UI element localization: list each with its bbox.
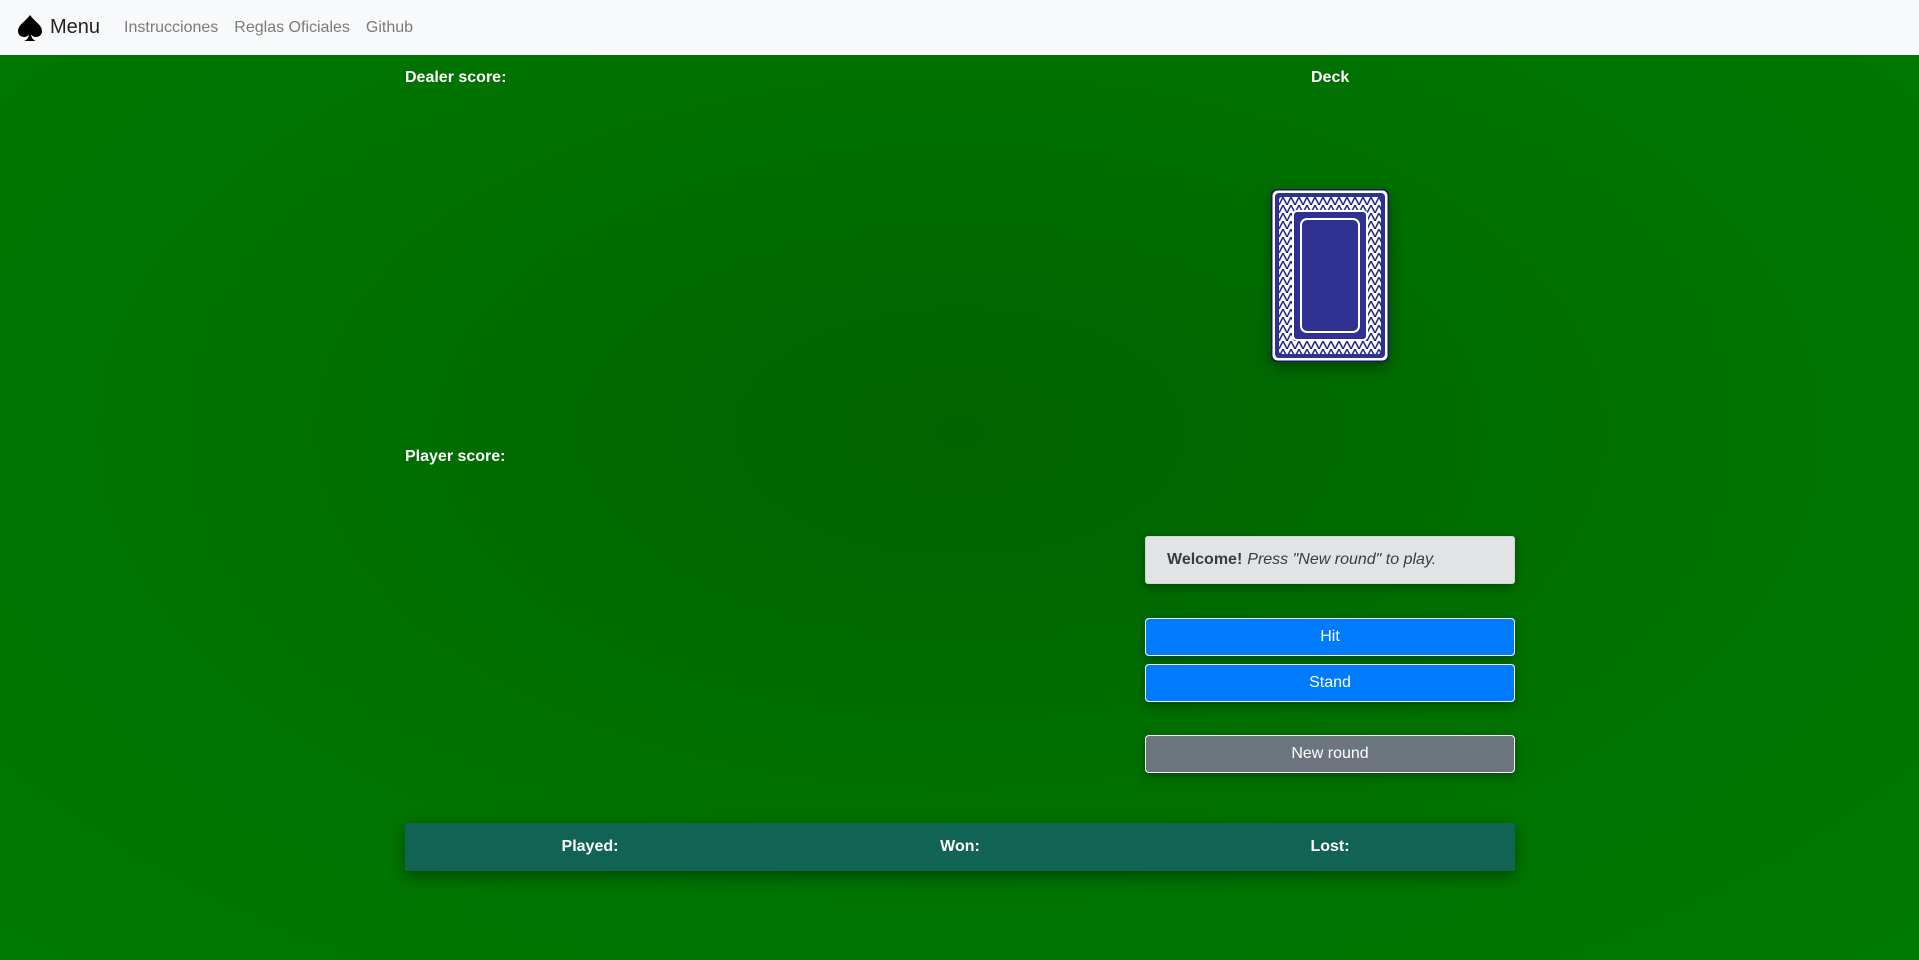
- navbar: Menu Instrucciones Reglas Oficiales Gith…: [0, 0, 1919, 55]
- new-round-button[interactable]: New round: [1145, 735, 1515, 773]
- dealer-score-label: Dealer score:: [405, 69, 507, 86]
- message-text: Press "New round" to play.: [1247, 551, 1437, 568]
- card-back-deck[interactable]: [1271, 189, 1389, 362]
- message-title: Welcome!: [1167, 551, 1243, 568]
- played-stat: Played:: [561, 838, 619, 855]
- nav-link-instrucciones[interactable]: Instrucciones: [124, 19, 218, 37]
- stats-bar: Played: Won: Lost:: [405, 823, 1515, 871]
- deck-label: Deck: [1311, 69, 1350, 86]
- nav-link-reglas-oficiales[interactable]: Reglas Oficiales: [234, 19, 350, 37]
- nav-links: Instrucciones Reglas Oficiales Github: [108, 19, 413, 37]
- won-stat: Won:: [940, 838, 980, 855]
- player-score-label: Player score:: [405, 448, 506, 465]
- spade-icon: [18, 14, 42, 41]
- status-message: Welcome! Press "New round" to play.: [1145, 536, 1515, 584]
- menu-label: Menu: [50, 16, 101, 38]
- stand-button[interactable]: Stand: [1145, 664, 1515, 702]
- lost-stat: Lost:: [1310, 838, 1350, 855]
- hit-button[interactable]: Hit: [1145, 618, 1515, 656]
- menu-brand[interactable]: Menu: [16, 13, 100, 43]
- nav-link-github[interactable]: Github: [366, 19, 413, 37]
